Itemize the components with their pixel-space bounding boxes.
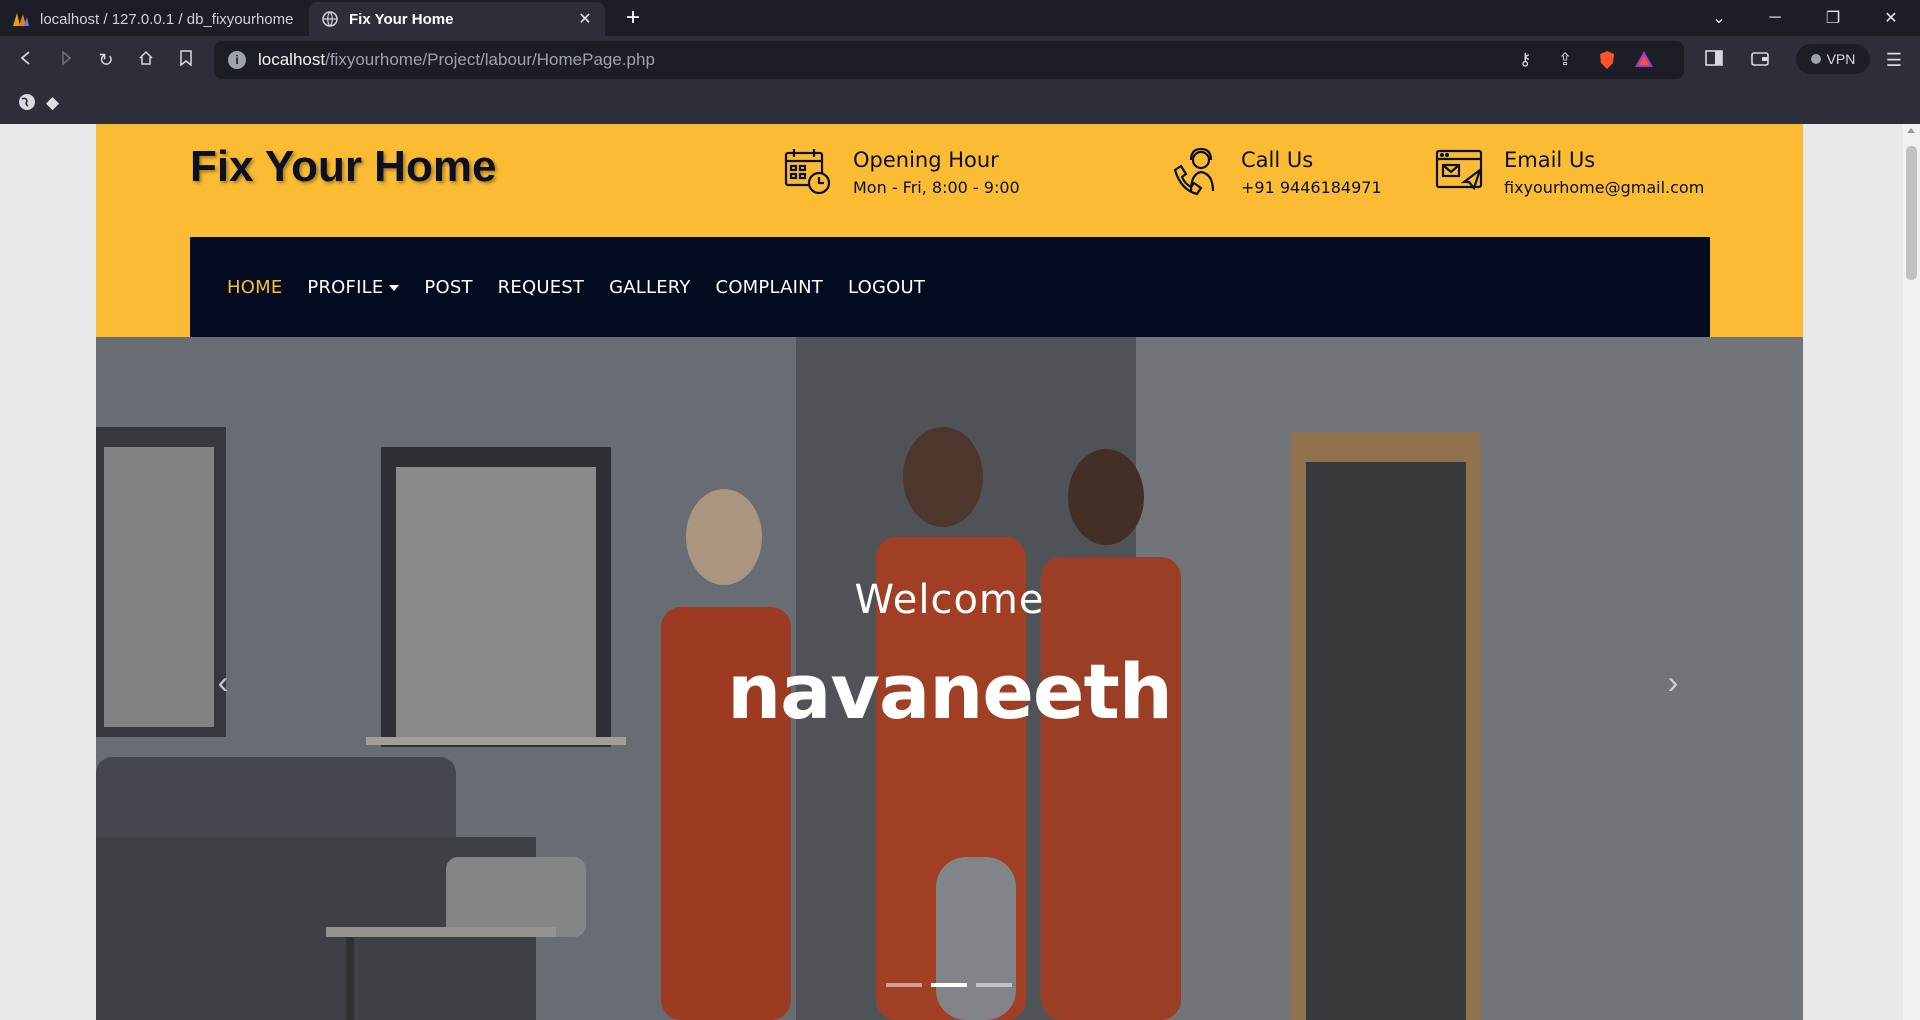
- site-brand[interactable]: Fix Your Home: [190, 142, 496, 192]
- close-tab-icon[interactable]: ✕: [577, 9, 593, 29]
- bookmarks-bar: ◆: [0, 84, 1920, 124]
- carousel-prev-icon[interactable]: ‹: [208, 662, 238, 702]
- key-icon[interactable]: ⚷: [1519, 50, 1531, 70]
- address-bar[interactable]: i localhost/fixyourhome/Project/labour/H…: [214, 41, 1684, 79]
- vpn-label: VPN: [1826, 51, 1856, 67]
- info-sub: Mon - Fri, 8:00 - 9:00: [853, 178, 1020, 197]
- brave-rewards-icon[interactable]: [1634, 50, 1654, 73]
- nav-logout[interactable]: LOGOUT: [848, 277, 925, 298]
- main-navbar: HOME PROFILE POST REQUEST GALLERY COMPLA…: [190, 237, 1710, 337]
- carousel-indicators: [886, 983, 1012, 987]
- browser-toolbar: ↻ i localhost/fixyourhome/Project/labour…: [0, 36, 1920, 84]
- info-sub[interactable]: fixyourhome@gmail.com: [1504, 178, 1704, 197]
- hero-username: navaneeth: [727, 647, 1173, 736]
- website: Fix Your Home Opening Hour Mon - Fri, 8:…: [96, 124, 1803, 1020]
- tab-search-icon[interactable]: ⌄: [1696, 0, 1742, 36]
- page-viewport: Fix Your Home Opening Hour Mon - Fri, 8:…: [0, 124, 1920, 1020]
- info-title: Opening Hour: [853, 148, 999, 172]
- site-info-icon[interactable]: i: [228, 51, 246, 69]
- back-icon[interactable]: [14, 48, 38, 72]
- vertical-scrollbar[interactable]: [1903, 124, 1920, 1020]
- vpn-button[interactable]: VPN: [1796, 44, 1870, 74]
- carousel-indicator[interactable]: [886, 983, 922, 987]
- scrollbar-thumb[interactable]: [1906, 146, 1917, 280]
- tab-phpmyadmin[interactable]: localhost / 127.0.0.1 / db_fixyourhome: [0, 2, 306, 36]
- menu-icon[interactable]: ☰: [1882, 48, 1906, 72]
- reload-icon[interactable]: ↻: [94, 48, 118, 72]
- phpmyadmin-icon: [12, 10, 30, 28]
- calendar-clock-icon: [783, 146, 833, 196]
- tab-fix-your-home[interactable]: Fix Your Home ✕: [309, 2, 605, 36]
- globe-icon: [321, 10, 339, 28]
- home-icon[interactable]: [134, 48, 158, 72]
- carousel-indicator[interactable]: [976, 983, 1012, 987]
- tab-label: localhost / 127.0.0.1 / db_fixyourhome: [40, 10, 294, 28]
- dropdown-caret-icon: [389, 284, 400, 291]
- share-icon[interactable]: ⇪: [1558, 50, 1572, 70]
- nav-post[interactable]: POST: [424, 277, 472, 298]
- nav-profile[interactable]: PROFILE: [307, 276, 400, 298]
- wallet-icon[interactable]: [1748, 48, 1772, 72]
- nav-profile-label: PROFILE: [307, 276, 384, 298]
- hero-welcome-text: Welcome: [854, 577, 1045, 623]
- new-tab-button[interactable]: +: [620, 4, 646, 32]
- nav-request[interactable]: REQUEST: [498, 277, 584, 298]
- hero-carousel: Welcome navaneeth ‹ ›: [96, 337, 1803, 1020]
- email-window-icon: [1434, 146, 1484, 196]
- url-text: localhost/fixyourhome/Project/labour/Hom…: [258, 50, 655, 69]
- sidebar-icon[interactable]: [1702, 48, 1726, 72]
- tab-label: Fix Your Home: [349, 10, 454, 28]
- info-title: Email Us: [1504, 148, 1596, 172]
- bookmark-icon[interactable]: [174, 48, 198, 72]
- opening-hour-block: Opening Hour Mon - Fri, 8:00 - 9:00: [783, 146, 1020, 197]
- diamond-bookmark-icon[interactable]: ◆: [46, 93, 59, 113]
- nav-complaint[interactable]: COMPLAINT: [716, 277, 823, 298]
- carousel-next-icon[interactable]: ›: [1658, 662, 1688, 702]
- info-sub[interactable]: +91 9446184971: [1241, 178, 1382, 197]
- nav-home[interactable]: HOME: [227, 277, 282, 298]
- carousel-indicator-active[interactable]: [931, 983, 967, 987]
- scroll-up-icon[interactable]: [1907, 128, 1915, 133]
- call-us-block: Call Us +91 9446184971: [1171, 146, 1382, 197]
- nav-gallery[interactable]: GALLERY: [609, 277, 690, 298]
- globe-bookmark-icon[interactable]: [18, 93, 36, 116]
- email-us-block: Email Us fixyourhome@gmail.com: [1434, 146, 1704, 197]
- restore-button[interactable]: ❐: [1810, 0, 1856, 36]
- browser-tab-bar: localhost / 127.0.0.1 / db_fixyourhome F…: [0, 0, 1920, 36]
- minimize-button[interactable]: ─: [1752, 0, 1798, 36]
- support-agent-icon: [1171, 146, 1221, 196]
- vpn-status-icon: [1810, 54, 1821, 64]
- brave-shield-icon[interactable]: [1598, 50, 1616, 75]
- site-header: Fix Your Home Opening Hour Mon - Fri, 8:…: [96, 124, 1803, 337]
- forward-icon[interactable]: [54, 48, 78, 72]
- info-title: Call Us: [1241, 148, 1314, 172]
- close-window-button[interactable]: ✕: [1868, 0, 1914, 36]
